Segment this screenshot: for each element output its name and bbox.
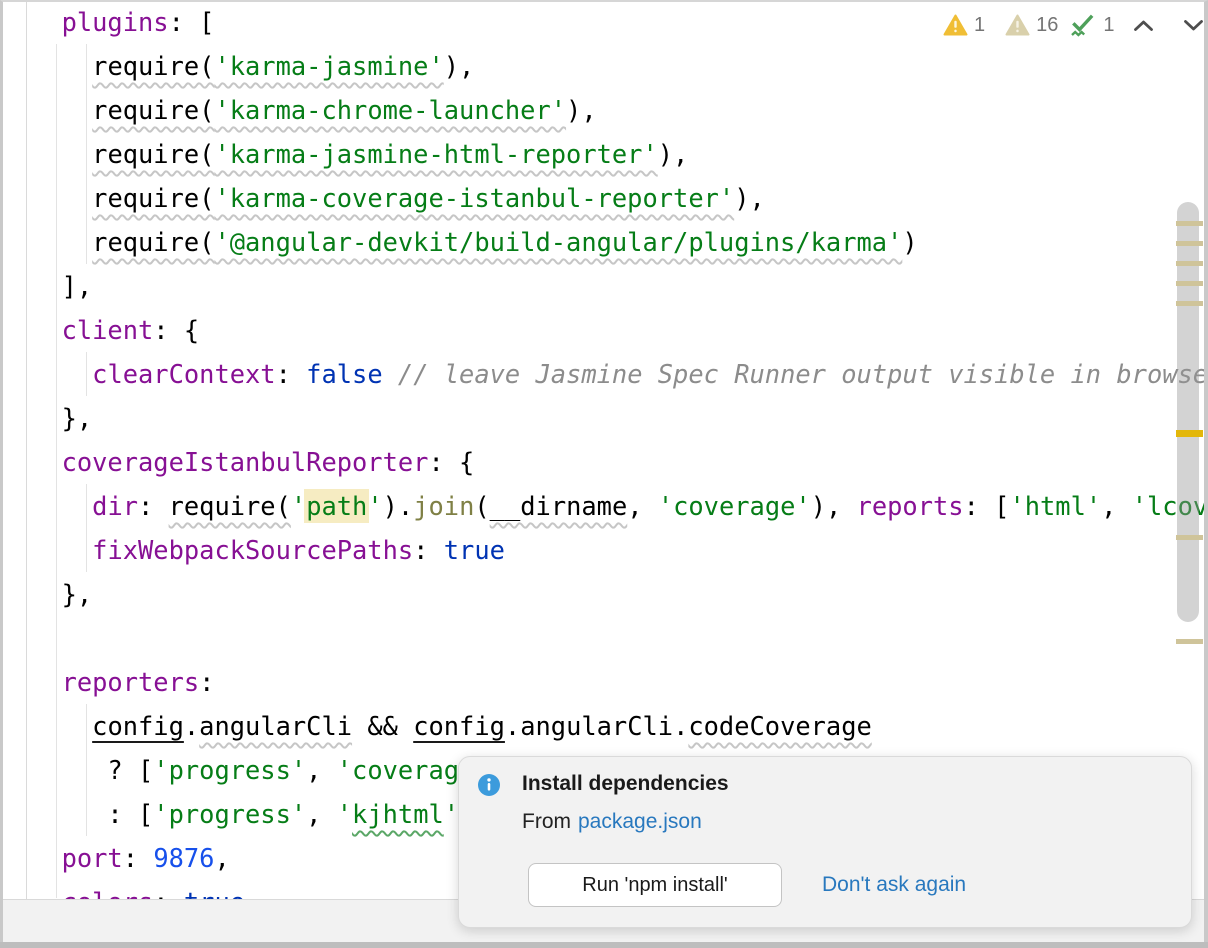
- popup-subtitle: From package.json: [522, 810, 702, 834]
- code-line: colors: true: [31, 880, 245, 899]
- code-line: port: 9876,: [31, 836, 230, 880]
- package-json-link[interactable]: package.json: [578, 810, 702, 833]
- code-line: plugins: [: [31, 0, 214, 44]
- indent-guide: [86, 44, 87, 264]
- chevron-down-icon[interactable]: [1182, 18, 1205, 33]
- code-line: config.angularCli && config.angularCli.c…: [31, 704, 872, 748]
- error-stripe-mark[interactable]: [1176, 241, 1203, 246]
- info-icon: [478, 774, 500, 796]
- warning-triangle-icon[interactable]: [943, 14, 968, 36]
- error-stripe-mark[interactable]: [1176, 261, 1203, 266]
- error-stripe-mark[interactable]: [1176, 221, 1203, 226]
- code-line: : ['progress', 'kjhtml'],: [31, 792, 490, 836]
- code-line: clearContext: false // leave Jasmine Spe…: [31, 352, 1204, 396]
- error-stripe-mark[interactable]: [1176, 535, 1203, 540]
- inspections-widget: 1 16 1: [943, 11, 1205, 39]
- warning-count[interactable]: 1: [974, 14, 985, 37]
- window-bottom-edge: [0, 942, 1208, 948]
- gutter-separator: [26, 0, 27, 899]
- code-line: require('karma-coverage-istanbul-reporte…: [31, 176, 765, 220]
- error-stripe-mark[interactable]: [1176, 639, 1203, 644]
- code-line: require('karma-jasmine'),: [31, 44, 474, 88]
- popup-title: Install dependencies: [522, 772, 729, 796]
- code-line: ],: [31, 264, 92, 308]
- error-stripe-mark[interactable]: [1176, 301, 1203, 306]
- code-line: require('@angular-devkit/build-angular/p…: [31, 220, 918, 264]
- indent-guide: [86, 352, 87, 396]
- error-stripe-mark[interactable]: [1176, 281, 1203, 286]
- code-line: },: [31, 572, 92, 616]
- indent-guide: [86, 484, 87, 572]
- code-line: reporters:: [31, 660, 214, 704]
- code-line: fixWebpackSourcePaths: true: [31, 528, 505, 572]
- chevron-up-icon[interactable]: [1132, 18, 1155, 33]
- install-dependencies-popup: Install dependencies From package.json Ru…: [458, 756, 1192, 928]
- error-stripe-mark[interactable]: [1176, 430, 1203, 437]
- dont-ask-again-link[interactable]: Don't ask again: [822, 873, 966, 897]
- run-npm-install-button[interactable]: Run 'npm install': [528, 863, 782, 907]
- weak-warning-triangle-icon[interactable]: [1005, 14, 1030, 36]
- weak-warning-count[interactable]: 16: [1036, 14, 1058, 37]
- typo-check-icon[interactable]: [1068, 12, 1097, 39]
- code-line: require('karma-chrome-launcher'),: [31, 88, 597, 132]
- typo-count[interactable]: 1: [1103, 14, 1114, 37]
- indent-guide: [86, 704, 87, 836]
- code-line: },: [31, 396, 92, 440]
- from-label: From: [522, 810, 571, 833]
- code-line: dir: require('path').join(__dirname, 'co…: [31, 484, 1204, 528]
- indent-guide: [56, 44, 57, 898]
- code-line: coverageIstanbulReporter: {: [31, 440, 474, 484]
- code-line: require('karma-jasmine-html-reporter'),: [31, 132, 688, 176]
